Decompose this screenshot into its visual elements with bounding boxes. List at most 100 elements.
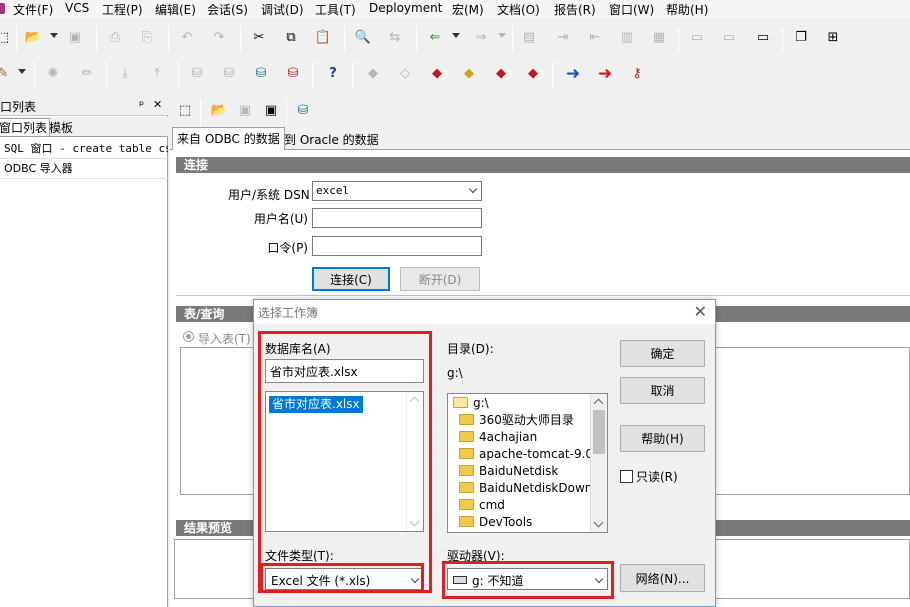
readonly-checkbox[interactable] <box>620 470 633 483</box>
unindent-icon[interactable]: ⇤ <box>586 29 604 47</box>
redo-icon[interactable]: ↷ <box>210 29 228 47</box>
db-export-icon[interactable]: ⤒ <box>148 65 166 83</box>
monitor-icon[interactable]: ▭ <box>688 29 706 47</box>
object-icon[interactable]: ◆ <box>364 65 382 83</box>
folder-item[interactable]: BaiduNetdisk <box>455 463 558 480</box>
db-connect-icon[interactable]: ⛁ <box>252 65 270 83</box>
indent-icon[interactable]: ⇥ <box>554 29 572 47</box>
close-icon[interactable]: ✕ <box>153 98 162 111</box>
new-icon[interactable]: ⬚ <box>176 102 194 120</box>
save-icon[interactable]: ▣ <box>66 29 84 47</box>
export-dropdown-icon[interactable] <box>498 33 506 38</box>
uncomment-icon[interactable]: ▦ <box>650 29 668 47</box>
menu-window[interactable]: 窗口(W) <box>609 1 654 18</box>
save-as-icon[interactable]: ▣ <box>262 102 280 120</box>
save-disabled-icon[interactable]: ▣ <box>236 102 254 120</box>
pin-icon[interactable]: ᵖ <box>139 98 144 112</box>
menu-macro[interactable]: 宏(M) <box>452 1 484 18</box>
menu-vcs[interactable]: VCS <box>65 1 89 15</box>
import-dropdown-icon[interactable] <box>452 33 460 38</box>
monitor-alt-icon[interactable]: ▭ <box>720 29 738 47</box>
folder-item[interactable]: g:\ <box>449 395 489 412</box>
folder-item[interactable]: cmd <box>455 497 505 514</box>
menu-edit[interactable]: 编辑(E) <box>155 1 196 18</box>
undo-icon[interactable]: ↶ <box>178 29 196 47</box>
window-item-odbc[interactable]: ODBC 导入器 <box>0 159 168 179</box>
edit-icon[interactable]: ✏ <box>78 65 96 83</box>
tile-windows-icon[interactable]: ⊞ <box>824 29 842 47</box>
open-icon[interactable]: 📂 <box>210 102 228 120</box>
network-button[interactable]: 网络(N)... <box>620 564 705 592</box>
tab-window-list[interactable]: 窗口列表 <box>0 118 51 136</box>
select-workbook-dialog: 选择工作簿 ✕ 数据库名(A) 省市对应表.xlsx 省市对应表.xlsx 文件… <box>253 299 716 607</box>
export-icon[interactable]: ⇒ <box>472 29 490 47</box>
toolbar-separator <box>96 26 97 52</box>
cascade-windows-icon[interactable]: ❐ <box>792 29 810 47</box>
tab-to-oracle[interactable]: 到 Oracle 的数据 <box>280 129 383 150</box>
import-icon[interactable]: ⇐ <box>426 29 444 47</box>
menu-help[interactable]: 帮助(H) <box>666 1 708 18</box>
cancel-button[interactable]: 取消 <box>620 377 705 404</box>
eraser-icon[interactable]: ◇ <box>396 65 414 83</box>
cut-icon[interactable]: ✂ <box>250 29 268 47</box>
folder-item[interactable]: apache-tomcat-9.0. <box>455 446 597 463</box>
arrow-right-blue-icon[interactable]: ➜ <box>564 65 582 83</box>
dialog-close-icon[interactable]: ✕ <box>694 302 707 321</box>
import-table-radio[interactable] <box>183 331 194 342</box>
window-item-sql[interactable]: SQL 窗口 - create table csd <box>0 139 168 159</box>
menu-document[interactable]: 文档(O) <box>497 1 540 18</box>
print-icon[interactable]: ⎙ <box>106 29 124 47</box>
session-monitor-icon[interactable]: ▭ <box>754 29 772 47</box>
replace-icon[interactable]: ⇆ <box>386 29 404 47</box>
tab-from-odbc[interactable]: 来自 ODBC 的数据 <box>172 127 285 151</box>
connect-button[interactable]: 连接(C) <box>312 267 390 291</box>
menu-session[interactable]: 会话(S) <box>207 1 248 18</box>
red-object-icon[interactable]: ◆ <box>428 65 446 83</box>
password-input[interactable] <box>312 236 482 256</box>
db-disconnect-icon[interactable]: ⛁ <box>284 65 302 83</box>
help-button[interactable]: 帮助(H) <box>620 425 705 452</box>
copy-icon[interactable]: ⧉ <box>282 29 300 47</box>
dsn-select[interactable]: excel <box>312 181 482 201</box>
sql-query-icon[interactable]: ⛁ <box>220 65 238 83</box>
sql-connect-icon[interactable]: ⛁ <box>188 65 206 83</box>
folder-item[interactable]: 360驱动大师目录 <box>455 412 574 429</box>
paste-icon[interactable]: 📋 <box>314 29 332 47</box>
scroll-up-icon[interactable] <box>593 398 604 409</box>
key-icon[interactable]: ⚷ <box>628 65 646 83</box>
yellow-object-icon[interactable]: ◆ <box>460 65 478 83</box>
print-preview-icon[interactable]: ⎘ <box>138 29 156 47</box>
compile-icon[interactable]: ◆ <box>492 65 510 83</box>
tab-templates[interactable]: 模板 <box>47 119 75 137</box>
scroll-down-icon[interactable] <box>593 517 604 528</box>
settings-icon[interactable]: ✺ <box>44 65 62 83</box>
menu-project[interactable]: 工程(P) <box>102 1 143 18</box>
directory-scrollbar[interactable] <box>590 394 607 532</box>
db-import-icon[interactable]: ⤓ <box>116 65 134 83</box>
open-dropdown-icon[interactable] <box>50 33 58 38</box>
help-icon[interactable]: ? <box>324 65 342 83</box>
folder-item[interactable]: DevTools <box>455 514 532 531</box>
directory-tree[interactable]: g:\ 360驱动大师目录 4achajian apache-tomcat-9.… <box>447 393 608 533</box>
menu-report[interactable]: 报告(R) <box>554 1 596 18</box>
arrow-right-red-icon[interactable]: ➜ <box>596 65 614 83</box>
menu-deployment[interactable]: Deployment <box>369 1 442 15</box>
menu-tools[interactable]: 工具(T) <box>315 1 356 18</box>
folder-item[interactable]: BaiduNetdiskDown <box>455 480 592 497</box>
comment-icon[interactable]: ▥ <box>618 29 636 47</box>
open-folder-icon[interactable]: 📂 <box>24 29 42 47</box>
folder-item[interactable]: 4achajian <box>455 429 537 446</box>
disconnect-button[interactable]: 断开(D) <box>400 267 480 291</box>
new-file-icon[interactable]: ⬚ <box>0 29 12 47</box>
database-icon[interactable]: ⛁ <box>294 102 312 120</box>
find-icon[interactable]: 🔍 <box>354 29 372 47</box>
tool-icon[interactable]: ✎ <box>0 65 12 83</box>
menu-file[interactable]: 文件(F) <box>13 1 53 18</box>
tool-dropdown-icon[interactable] <box>18 69 26 74</box>
scroll-thumb[interactable] <box>593 410 605 454</box>
ok-button[interactable]: 确定 <box>620 340 705 367</box>
document-icon[interactable]: ▤ <box>520 29 538 47</box>
username-input[interactable] <box>312 208 482 228</box>
menu-debug[interactable]: 调试(D) <box>261 1 304 18</box>
run-object-icon[interactable]: ◆ <box>524 65 542 83</box>
